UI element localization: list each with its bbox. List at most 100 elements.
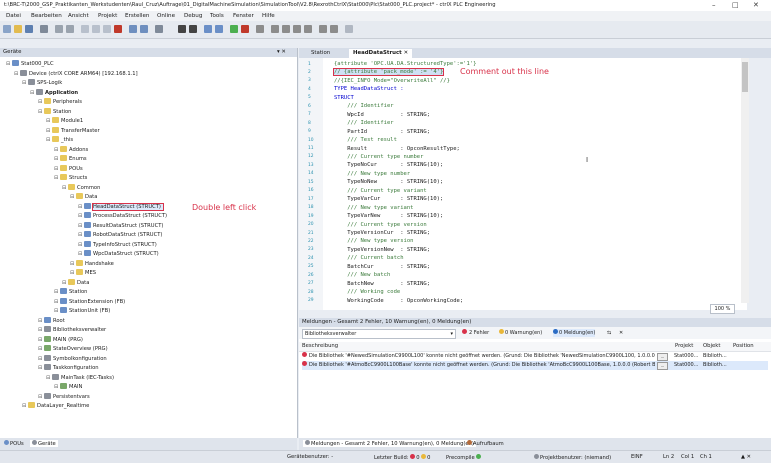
code-line[interactable]: WpcId : STRING; (334, 112, 430, 118)
delete-icon[interactable] (114, 25, 122, 33)
messages-filter[interactable]: 0 Meldung(en) (553, 329, 596, 337)
tree-item[interactable]: ⊟ MainTask (IEC-Tasks) (46, 373, 114, 383)
find-next-icon[interactable] (140, 25, 148, 33)
code-line[interactable]: TypeVarNew : STRING(10); (334, 213, 443, 219)
tree-item[interactable]: ⊟ MES (70, 269, 96, 278)
code-line[interactable]: /// Current type version (334, 222, 426, 228)
code-line[interactable]: /// New batch (334, 272, 390, 278)
copy-icon[interactable] (92, 25, 100, 33)
tab-meldungen[interactable]: Meldungen - Gesamt 2 Fehler, 10 Warnung(… (303, 440, 476, 447)
menu-debug[interactable]: Debug (184, 13, 202, 19)
editor-scroll-thumb[interactable] (742, 62, 748, 92)
start-icon[interactable] (230, 25, 238, 33)
code-line[interactable]: BatchCur : STRING; (334, 264, 430, 270)
step-into-icon[interactable] (293, 25, 301, 33)
code-line[interactable]: TypeVersionNew : STRING; (334, 247, 430, 253)
code-line[interactable]: WorkingCode : OpconWorkingCode; (334, 298, 463, 304)
message-source-select[interactable]: Bibliotheksverwalter ▾ (302, 329, 456, 339)
details-button[interactable]: ... (657, 353, 668, 361)
code-line[interactable]: /// Test result (334, 137, 397, 143)
tree-item[interactable]: ⊟ Device (ctrlX CORE ARM64) [192.168.1.1] (14, 69, 138, 79)
cut-icon[interactable] (81, 25, 89, 33)
build-icon[interactable] (178, 25, 186, 33)
tree-item[interactable]: ⊟ Module1 (46, 117, 83, 126)
menu-erstellen[interactable]: Erstellen (125, 13, 149, 19)
code-line[interactable]: TypeNoCur : STRING(10); (334, 162, 443, 168)
tab-aufrufbaum[interactable]: Aufrufbaum (467, 440, 504, 447)
reset-icon[interactable] (256, 25, 264, 33)
errors-filter[interactable]: 2 Fehler (462, 329, 489, 337)
menu-tools[interactable]: Tools (210, 13, 224, 19)
tree-item[interactable]: ⊟ Structs (54, 174, 87, 183)
tree-item[interactable]: ⊟ ResultDataStruct (STRUCT) (78, 221, 163, 231)
code-line[interactable]: /// Current type variant (334, 188, 426, 194)
panel-pin-icon[interactable]: ▾ ✕ (277, 48, 286, 57)
logout-icon[interactable] (215, 25, 223, 33)
tree-item[interactable]: ⊟ TypeInfoStruct (STRUCT) (78, 240, 157, 250)
code-line[interactable]: TYPE HeadDataStruct : (334, 86, 404, 92)
bookmark-icon[interactable] (155, 25, 163, 33)
code-line[interactable]: STRUCT (334, 95, 354, 101)
tree-item[interactable]: ⊟ StationExtension (FB) (54, 297, 125, 307)
tree-item[interactable]: ⊟ Taskkonfiguration (38, 364, 99, 373)
code-line[interactable]: /// New type version (334, 238, 413, 244)
tree-item[interactable]: ⊟ Application (30, 88, 78, 98)
tree-item[interactable]: ⊟ SPS-Logik (22, 79, 62, 88)
menu-ansicht[interactable]: Ansicht (68, 13, 89, 19)
tree-item[interactable]: ⊟ Bibliotheksverwalter (38, 326, 106, 335)
col-beschreibung[interactable]: Beschreibung (302, 343, 338, 349)
tree-item[interactable]: ⊟ WpcDataStruct (STRUCT) (78, 250, 159, 259)
tree-item[interactable]: ⊟ ProcessDataStruct (STRUCT) (78, 212, 167, 221)
tree-item[interactable]: ⊟ Addons (54, 145, 88, 155)
tree-item[interactable]: ⊟ HeadDataStruct (STRUCT) (78, 202, 164, 212)
menu-bearbeiten[interactable]: Bearbeiten (31, 13, 62, 19)
warnings-filter[interactable]: 0 Warnung(en) (499, 329, 542, 337)
tree-item[interactable]: ⊟ Stat000_PLC (6, 60, 54, 69)
clear-messages-icon[interactable]: ✕ (619, 329, 623, 337)
tree-item[interactable]: ⊟ Peripherals (38, 98, 82, 107)
tree-item[interactable]: ⊟ StateOverview (PRG) (38, 345, 108, 354)
code-line[interactable]: /// Current batch (334, 255, 403, 261)
tree-item[interactable]: ⊟ RobotDataStruct (STRUCT) (78, 231, 162, 240)
code-line[interactable]: PartId : STRING; (334, 129, 430, 135)
tree-item[interactable]: ⊟ Root (38, 316, 65, 326)
write-values-icon[interactable] (319, 25, 327, 33)
options-icon[interactable] (345, 25, 353, 33)
code-line[interactable]: BatchNew : STRING; (334, 281, 430, 287)
tab-headdatastruct[interactable]: HeadDataStruct ✕ (349, 49, 413, 58)
breakpoint-icon[interactable] (271, 25, 279, 33)
code-line[interactable]: {attribute 'OPC.UA.DA.StructuredType':='… (334, 61, 476, 67)
tree-item[interactable]: ⊟ Persistentvars (38, 392, 90, 402)
tree-item[interactable]: ⊟ _this (46, 136, 73, 145)
code-line[interactable]: /// Current type number (334, 154, 423, 160)
menu-datei[interactable]: Datei (6, 13, 21, 19)
menu-hilfe[interactable]: Hilfe (262, 13, 275, 19)
menu-fenster[interactable]: Fenster (233, 13, 254, 19)
undo-icon[interactable] (55, 25, 63, 33)
tree-item[interactable]: ⊟ DataLayer_Realtime (22, 402, 89, 411)
login-icon[interactable] (204, 25, 212, 33)
tree-item[interactable]: ⊟ Data (70, 193, 97, 202)
tree-item[interactable]: ⊟ Station (38, 107, 71, 117)
save-icon[interactable] (25, 25, 33, 33)
menu-projekt[interactable]: Projekt (98, 13, 117, 19)
code-line[interactable]: TypeVarCur : STRING(10); (334, 196, 443, 202)
code-line[interactable]: /// New type number (334, 171, 410, 177)
code-line[interactable]: /// New type variant (334, 205, 413, 211)
details-button[interactable]: ... (657, 362, 668, 370)
minimize-icon[interactable]: – (712, 1, 716, 9)
stop-icon[interactable] (241, 25, 249, 33)
col-projekt[interactable]: Projekt (675, 343, 693, 349)
message-row[interactable]: Die Bibliothek '#NewedSimulationC9900L10… (302, 352, 768, 361)
col-objekt[interactable]: Objekt (703, 343, 720, 349)
tree-item[interactable]: ⊟ MAIN (54, 383, 82, 392)
tab-close-icon[interactable]: ✕ (404, 50, 409, 56)
redo-icon[interactable] (66, 25, 74, 33)
menu-online[interactable]: Online (157, 13, 175, 19)
code-line[interactable]: /// Working code (334, 289, 400, 295)
tree-item[interactable]: ⊟ Station (54, 288, 87, 297)
editor-vertical-scrollbar[interactable] (741, 58, 749, 303)
tab-geraete[interactable]: Geräte (30, 440, 58, 447)
force-values-icon[interactable] (330, 25, 338, 33)
tree-item[interactable]: ⊟ Symbolkonfiguration (38, 354, 107, 364)
